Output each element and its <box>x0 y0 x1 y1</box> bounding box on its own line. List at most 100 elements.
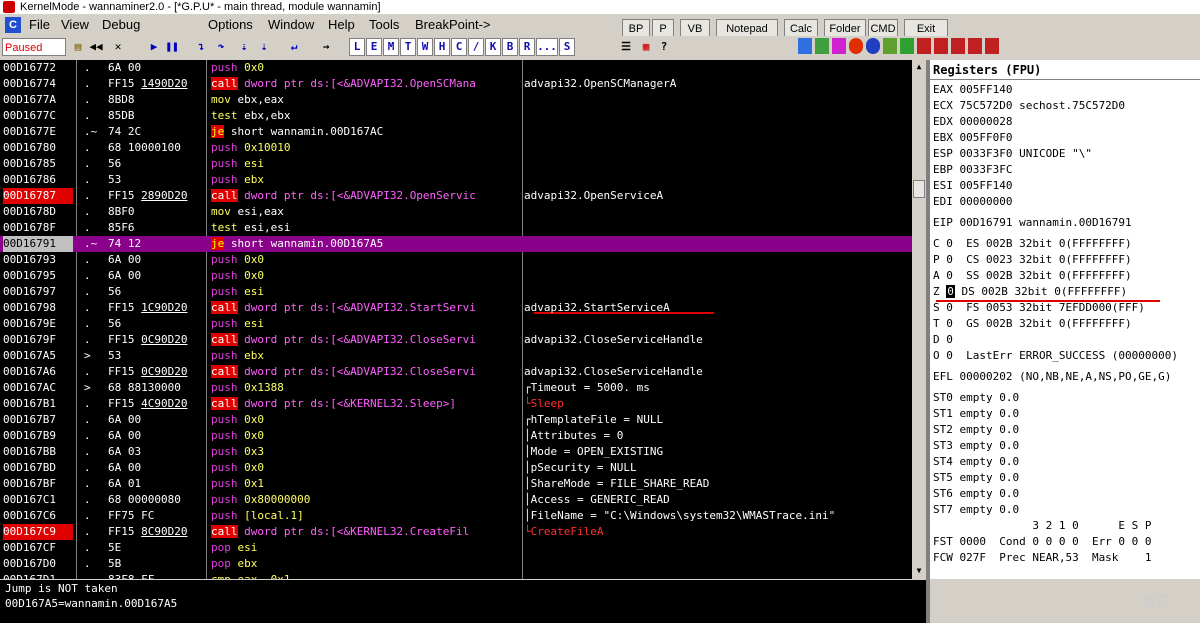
disasm-address[interactable]: 00D16793 <box>3 252 73 268</box>
menu-breakpoint[interactable]: BreakPoint-> <box>415 15 491 35</box>
disasm-address[interactable]: 00D167A6 <box>3 364 73 380</box>
disasm-address[interactable]: 00D1678F <box>3 220 73 236</box>
disasm-row[interactable]: 00D167A5 >53 push ebx <box>0 348 912 364</box>
register-line[interactable]: FST 0000 Cond 0 0 0 0 Err 0 0 0 <box>933 534 1152 550</box>
register-line[interactable]: ESP 0033F3F0 UNICODE "\" <box>933 146 1092 162</box>
disasm-address[interactable]: 00D167AC <box>3 380 73 396</box>
scroll-up-icon[interactable]: ▲ <box>913 61 925 73</box>
disasm-row[interactable]: 00D1677E .~ 74 2C je short wannamin.00D167A… <box>0 124 912 140</box>
plugin-icon-12[interactable] <box>985 38 999 54</box>
disasm-row[interactable]: 00D16798. FF15 1C90D20 call dword ptr ds:[… <box>0 300 912 316</box>
plugin-icon-5[interactable] <box>866 38 880 54</box>
call-stack-button[interactable]: K <box>485 38 501 56</box>
disasm-address[interactable]: 00D167CF <box>3 540 73 556</box>
disasm-address[interactable]: 00D1679E <box>3 316 73 332</box>
disasm-address[interactable]: 00D167C9 <box>3 524 73 540</box>
menu-window[interactable]: Window <box>268 15 314 35</box>
flag-z-line[interactable]: Z 0 DS 002B 32bit 0(FFFFFFFF) <box>933 284 1127 300</box>
register-line[interactable]: ST6 empty 0.0 <box>933 486 1019 502</box>
executables-button[interactable]: E <box>366 38 382 56</box>
disasm-row[interactable]: 00D1677A. 8BD8 mov ebx,eax <box>0 92 912 108</box>
plugin-icon-11[interactable] <box>968 38 982 54</box>
trace-into-icon[interactable]: ⇣ <box>236 38 252 56</box>
handles-button[interactable]: H <box>434 38 450 56</box>
register-line[interactable]: ECX 75C572D0 sechost.75C572D0 <box>933 98 1125 114</box>
windows-button[interactable]: W <box>417 38 433 56</box>
disasm-row[interactable]: 00D1679F. FF15 0C90D20 call dword ptr ds:[… <box>0 332 912 348</box>
plugin-icon-8[interactable] <box>917 38 931 54</box>
registers-pane[interactable]: Registers (FPU) EAX 005FF140 ECX 75C572D0… <box>930 60 1200 579</box>
plugin-icon-6[interactable] <box>883 38 897 54</box>
cpu-button[interactable]: C <box>451 38 467 56</box>
disasm-row[interactable]: 00D1677C. 85DB test ebx,ebx <box>0 108 912 124</box>
disasm-address[interactable]: 00D16797 <box>3 284 73 300</box>
plugin-icon-10[interactable] <box>951 38 965 54</box>
pause-icon[interactable]: ❚❚ <box>164 38 180 56</box>
register-line[interactable]: ST5 empty 0.0 <box>933 470 1019 486</box>
disasm-row[interactable]: 00D167D0. 5B pop ebx <box>0 556 912 572</box>
disasm-row[interactable]: 00D167C6. FF75 FC push [local.1] │FileName … <box>0 508 912 524</box>
disasm-row[interactable]: 00D167C9. FF15 8C90D20 call dword ptr ds:[… <box>0 524 912 540</box>
source-button[interactable]: S <box>559 38 575 56</box>
disasm-row[interactable]: 00D167BD. 6A 00 push 0x0 │pSecurity = NULL <box>0 460 912 476</box>
menu-tools[interactable]: Tools <box>369 15 399 35</box>
disasm-address[interactable]: 00D1677C <box>3 108 73 124</box>
disasm-row[interactable]: 00D16774. FF15 1490D20 call dword ptr ds:[… <box>0 76 912 92</box>
scroll-thumb[interactable] <box>913 180 925 198</box>
register-line[interactable]: P 0 CS 0023 32bit 0(FFFFFFFF) <box>933 252 1132 268</box>
disasm-address[interactable]: 00D167BF <box>3 476 73 492</box>
register-line[interactable]: EDI 00000000 <box>933 194 1012 210</box>
disasm-address[interactable]: 00D16780 <box>3 140 73 156</box>
register-line[interactable]: FCW 027F Prec NEAR,53 Mask 1 <box>933 550 1152 566</box>
open-icon[interactable]: ▤ <box>70 38 86 56</box>
plugin-icon-4[interactable] <box>849 38 863 54</box>
plugin-icon-1[interactable] <box>798 38 812 54</box>
menu-view[interactable]: View <box>61 15 89 35</box>
menu-help[interactable]: Help <box>328 15 355 35</box>
register-line[interactable]: EBP 0033F3FC <box>933 162 1012 178</box>
plugin-icon-2[interactable] <box>815 38 829 54</box>
disasm-row[interactable]: 00D167A6. FF15 0C90D20 call dword ptr ds:[… <box>0 364 912 380</box>
references-button[interactable]: R <box>519 38 535 56</box>
grid-icon[interactable]: ▦ <box>638 38 654 56</box>
execute-till-return-icon[interactable]: ↵ <box>286 38 302 56</box>
breakpoints-button[interactable]: B <box>502 38 518 56</box>
disasm-row[interactable]: 00D1679E. 56 push esi <box>0 316 912 332</box>
disassembly-pane[interactable]: ▲ ▼ 00D16772. 6A 00 push 0x0 00D16774. FF15 … <box>0 60 926 579</box>
disasm-row[interactable]: 00D167D1.83F8 FF cmp eax,-0x1 <box>0 572 912 579</box>
disasm-row[interactable]: 00D16785. 56 push esi <box>0 156 912 172</box>
disasm-address[interactable]: 00D16772 <box>3 60 73 76</box>
register-line[interactable]: ST4 empty 0.0 <box>933 454 1019 470</box>
scroll-down-icon[interactable]: ▼ <box>913 565 925 577</box>
register-line[interactable]: O 0 LastErr ERROR_SUCCESS (00000000) <box>933 348 1178 364</box>
register-line[interactable]: D 0 <box>933 332 953 348</box>
disasm-address[interactable]: 00D16786 <box>3 172 73 188</box>
menu-options[interactable]: Options <box>208 15 253 35</box>
register-line[interactable]: ST3 empty 0.0 <box>933 438 1019 454</box>
menu-file[interactable]: File <box>29 15 50 35</box>
trace-over-icon[interactable]: ⇣ <box>256 38 272 56</box>
disasm-row[interactable]: 00D16797. 56 push esi <box>0 284 912 300</box>
disasm-row[interactable]: 00D167B7. 6A 00 push 0x0 ┌hTemplateFile = N… <box>0 412 912 428</box>
threads-button[interactable]: T <box>400 38 416 56</box>
step-into-icon[interactable]: ↴ <box>193 38 209 56</box>
disasm-row[interactable]: 00D167BB. 6A 03 push 0x3 │Mode = OPEN_EXIST… <box>0 444 912 460</box>
register-line[interactable]: S 0 FS 0053 32bit 7EFDD000(FFF) <box>933 300 1145 316</box>
disasm-address[interactable]: 00D167B1 <box>3 396 73 412</box>
disasm-row[interactable]: 00D1678D. 8BF0 mov esi,eax <box>0 204 912 220</box>
disasm-address[interactable]: 00D1678D <box>3 204 73 220</box>
register-line[interactable]: ST2 empty 0.0 <box>933 422 1019 438</box>
plugin-icon-9[interactable] <box>934 38 948 54</box>
disasm-address[interactable]: 00D16798 <box>3 300 73 316</box>
plugin-icon-3[interactable] <box>832 38 846 54</box>
disasm-address[interactable]: 00D16795 <box>3 268 73 284</box>
register-line[interactable]: EBX 005FF0F0 <box>933 130 1012 146</box>
disasm-address[interactable]: 00D167C6 <box>3 508 73 524</box>
disasm-address[interactable]: 00D1677E <box>3 124 73 140</box>
disasm-row[interactable]: 00D16793. 6A 00 push 0x0 <box>0 252 912 268</box>
cpu-window-icon[interactable]: C <box>5 17 21 33</box>
disasm-address[interactable]: 00D167B7 <box>3 412 73 428</box>
register-line[interactable]: EFL 00000202 (NO,NB,NE,A,NS,PO,GE,G) <box>933 369 1171 385</box>
patches-button[interactable]: / <box>468 38 484 56</box>
register-line[interactable]: 3 2 1 0 E S P <box>933 518 1151 534</box>
